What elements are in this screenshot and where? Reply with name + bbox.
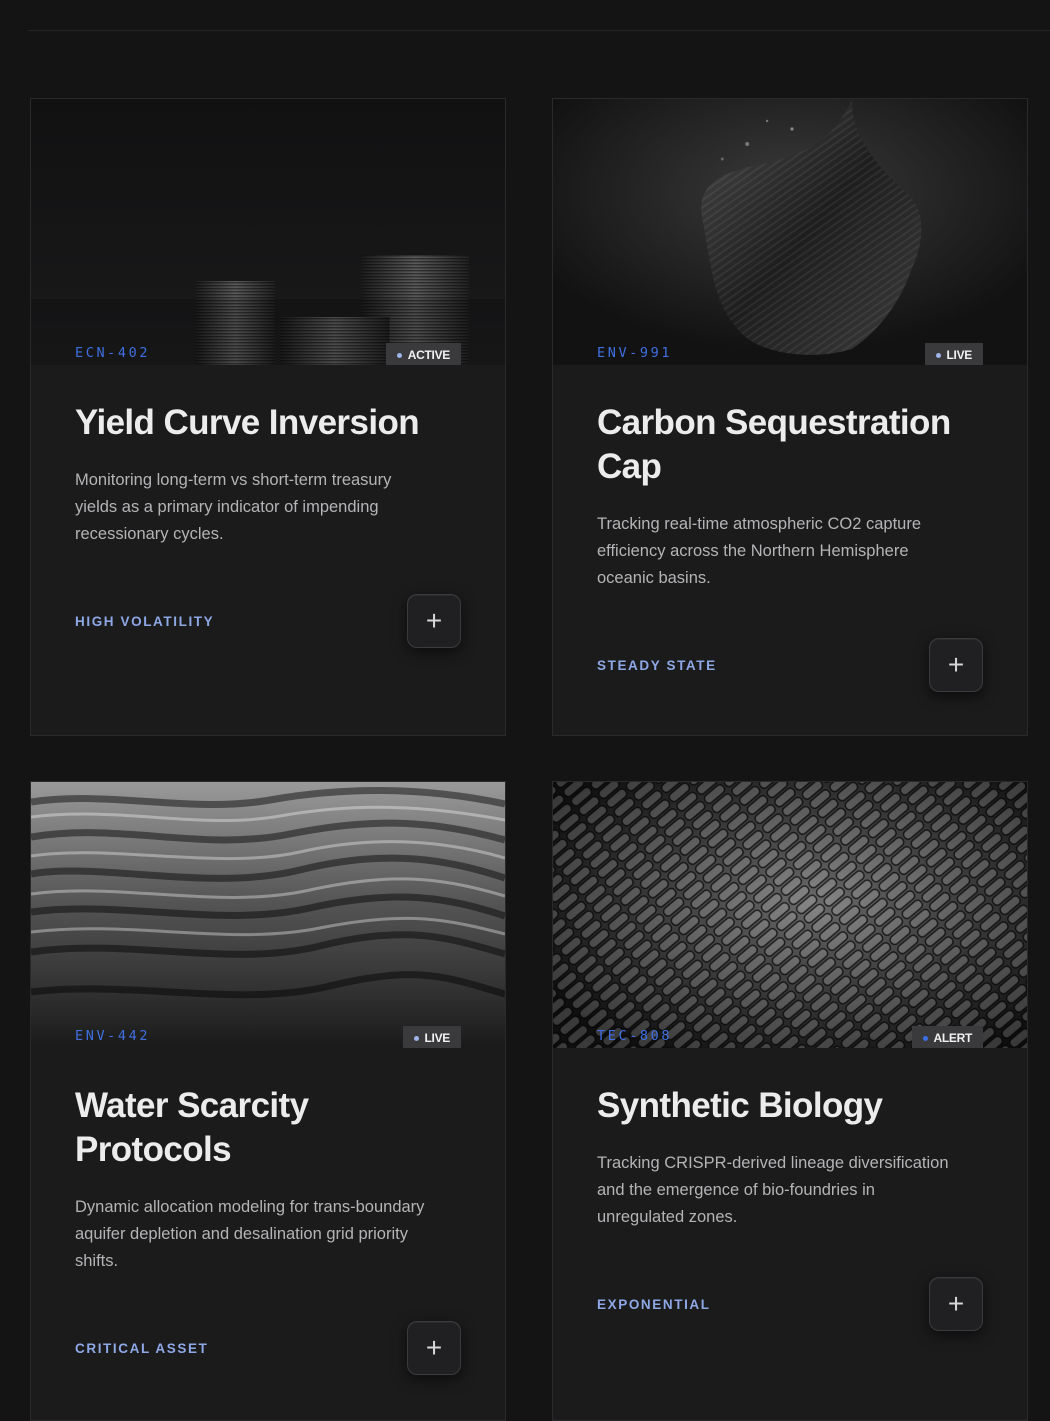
add-button[interactable]: + [407, 1321, 461, 1375]
add-button[interactable]: + [929, 638, 983, 692]
card-synthetic-biology[interactable]: TEC-808 ALERT Synthetic Biology Tracking… [552, 781, 1028, 1421]
add-button[interactable]: + [929, 1277, 983, 1331]
status-badge-label: LIVE [424, 1031, 451, 1045]
card-tag: HIGH VOLATILITY [75, 613, 215, 629]
card-image-coins: ECN-402 ACTIVE [31, 99, 505, 365]
card-yield-curve[interactable]: ECN-402 ACTIVE Yield Curve Inversion Mon… [30, 98, 506, 736]
card-description: Monitoring long-term vs short-term treas… [75, 471, 392, 543]
card-water-scarcity[interactable]: ENV-442 LIVE Water Scarcity Protocols Dy… [30, 781, 506, 1421]
card-code: ENV-442 [75, 1028, 151, 1044]
status-badge-label: ACTIVE [407, 348, 451, 362]
status-badge: LIVE [402, 1026, 461, 1048]
card-description: Tracking CRISPR-derived lineage diversif… [597, 1154, 949, 1226]
card-code: ENV-991 [597, 345, 673, 361]
add-button[interactable]: + [407, 594, 461, 648]
status-badge: ACTIVE [385, 343, 461, 365]
card-title: Water Scarcity Protocols [75, 1086, 309, 1169]
card-carbon-sequestration[interactable]: ENV-991 LIVE Carbon Sequestration Cap Tr… [552, 98, 1028, 736]
status-badge-label: ALERT [933, 1031, 973, 1045]
status-badge: LIVE [924, 343, 983, 365]
card-image-sculpture: ENV-991 LIVE [553, 99, 1027, 365]
plus-icon: + [425, 1332, 443, 1363]
status-dot-icon [922, 1035, 928, 1041]
status-dot-icon [396, 352, 402, 358]
card-title: Synthetic Biology [597, 1086, 883, 1125]
status-dot-icon [935, 352, 941, 358]
card-title: Carbon Sequestration Cap [597, 403, 951, 486]
card-tag: CRITICAL ASSET [75, 1340, 209, 1356]
card-image-water: ENV-442 LIVE [31, 782, 505, 1048]
card-description: Tracking real-time atmospheric CO2 captu… [597, 515, 922, 587]
card-tag: STEADY STATE [597, 657, 717, 673]
card-code: TEC-808 [597, 1028, 673, 1044]
status-badge: ALERT [911, 1026, 983, 1048]
status-dot-icon [413, 1035, 419, 1041]
card-code: ECN-402 [75, 345, 151, 361]
header-divider [28, 30, 1050, 31]
plus-icon: + [425, 605, 443, 636]
card-description: Dynamic allocation modeling for trans-bo… [75, 1198, 425, 1270]
card-image-cells: TEC-808 ALERT [553, 782, 1027, 1048]
plus-icon: + [947, 649, 965, 680]
status-badge-label: LIVE [946, 348, 973, 362]
plus-icon: + [947, 1288, 965, 1319]
card-title: Yield Curve Inversion [75, 403, 420, 442]
card-tag: EXPONENTIAL [597, 1296, 711, 1312]
